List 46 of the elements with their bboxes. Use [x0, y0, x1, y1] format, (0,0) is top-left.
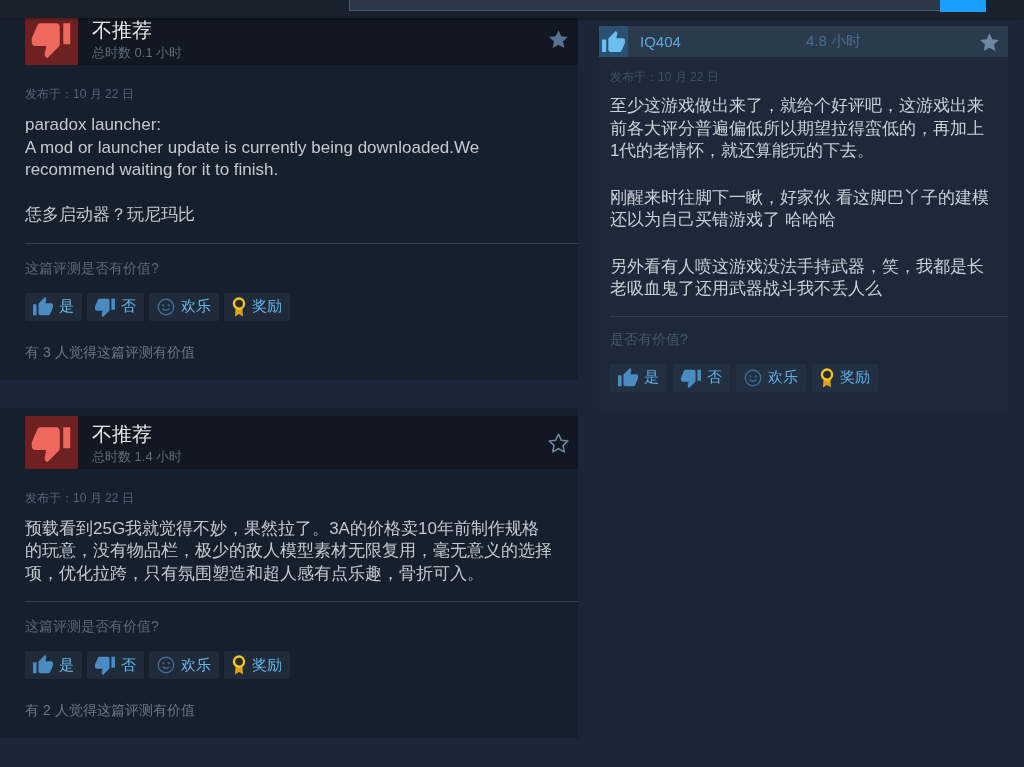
- smiley-icon: [157, 297, 175, 316]
- helpful-prompt: 这篇评测是否有价值?: [25, 617, 160, 635]
- smiley-icon: [744, 368, 762, 387]
- helpful-prompt: 这篇评测是否有价值?: [25, 258, 160, 277]
- hours-text: 4.8 小时: [806, 32, 862, 51]
- yes-button[interactable]: 是: [25, 292, 82, 321]
- award-button[interactable]: 奖励: [812, 363, 878, 392]
- review-text: 恁多启动器？玩尼玛比: [25, 204, 196, 226]
- playtime-text: 总时数 1.4 小时: [92, 448, 183, 465]
- funny-button[interactable]: 欢乐: [149, 651, 219, 679]
- review-text: 至少这游戏做出来了，就给个好评吧，这游戏出来前各大评分普遍偏低所以期望拉得蛮低的，再加上1代的老情怀，就还算能玩的下去。: [610, 95, 985, 162]
- star-icon[interactable]: [548, 29, 569, 49]
- medal-icon: [232, 655, 246, 675]
- thumbs-down-icon: [681, 367, 701, 388]
- helpful-count: 有 3 人觉得这篇评测有价值: [25, 342, 196, 361]
- yes-button[interactable]: 是: [25, 651, 82, 679]
- thumbs-down-icon: [95, 655, 115, 675]
- playtime-text: 总时数 0.1 小时: [92, 45, 183, 61]
- smiley-icon: [157, 656, 175, 674]
- review-text: paradox launcher: A mod or launcher update is currently being downloaded.We recommend waiting for it to finish.: [25, 114, 481, 181]
- no-button[interactable]: 否: [87, 292, 144, 321]
- author-link[interactable]: IQ404: [640, 33, 681, 50]
- verdict-title: 不推荐: [92, 421, 153, 446]
- award-button[interactable]: 奖励: [224, 651, 290, 679]
- thumbs-up-icon: [618, 367, 638, 388]
- funny-button[interactable]: 欢乐: [736, 363, 806, 392]
- medal-icon: [820, 367, 834, 388]
- no-button[interactable]: 否: [673, 363, 730, 392]
- post-date: 发布于：10 月 22 日: [25, 489, 135, 506]
- medal-icon: [232, 296, 246, 317]
- yes-button[interactable]: 是: [610, 363, 667, 392]
- review-text: 另外看有人喷这游戏没法手持武器，笑，我都是长老吸血鬼了还用武器战斗我不丢人么: [610, 255, 985, 300]
- review-text: 刚醒来时往脚下一瞅，好家伙 看这脚巴丫子的建模还以为自己买错游戏了 哈哈哈: [610, 186, 990, 231]
- search-field[interactable]: [349, 0, 940, 11]
- helpful-count: 有 2 人觉得这篇评测有价值: [25, 701, 196, 719]
- verdict-title: 不推荐: [92, 18, 153, 42]
- star-icon[interactable]: [548, 432, 569, 453]
- thumbs-up-icon: [33, 296, 53, 317]
- thumbs-up-icon: [33, 655, 53, 675]
- star-icon[interactable]: [979, 31, 1000, 52]
- thumbs-down-icon: [95, 296, 115, 317]
- funny-button[interactable]: 欢乐: [149, 292, 219, 321]
- award-button[interactable]: 奖励: [224, 292, 290, 321]
- post-date: 发布于：10 月 22 日: [25, 86, 135, 102]
- no-button[interactable]: 否: [87, 651, 144, 679]
- review-text: 预载看到25G我就觉得不妙，果然拉了。3A的价格卖10年前制作规格的玩意，没有物品栏，极少的敌人模型素材无限复用，毫无意义的选择项，优化拉跨，只有氛围塑造和超人感有点乐趣，骨折可入。: [25, 517, 553, 585]
